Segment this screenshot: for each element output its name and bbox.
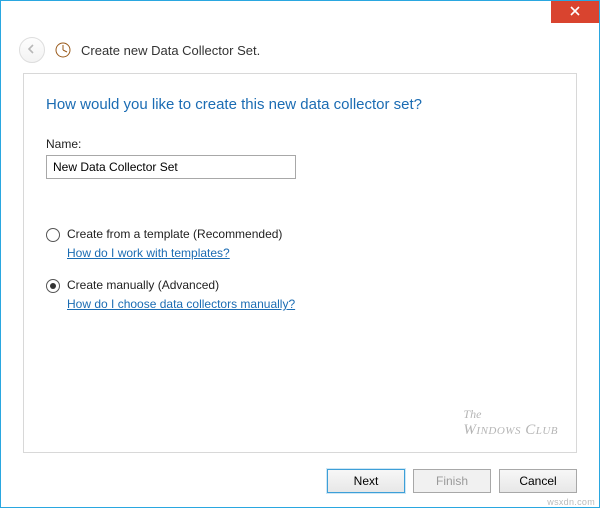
option-manual[interactable]: Create manually (Advanced) (46, 278, 554, 293)
titlebar (1, 1, 599, 29)
help-link-manual[interactable]: How do I choose data collectors manually… (67, 297, 295, 311)
wizard-question: How would you like to create this new da… (46, 96, 554, 113)
option-manual-label: Create manually (Advanced) (67, 278, 219, 292)
watermark-line1: The (463, 408, 558, 421)
watermark: The Windows Club (463, 408, 558, 438)
option-template[interactable]: Create from a template (Recommended) (46, 227, 554, 242)
next-button[interactable]: Next (327, 469, 405, 493)
watermark-line2: Windows Club (463, 422, 558, 439)
radio-template[interactable] (46, 228, 60, 242)
help-link-templates[interactable]: How do I work with templates? (67, 246, 230, 260)
close-icon (570, 5, 580, 19)
close-button[interactable] (551, 1, 599, 23)
creation-options: Create from a template (Recommended) How… (46, 227, 554, 329)
radio-manual[interactable] (46, 279, 60, 293)
wizard-header: Create new Data Collector Set. (1, 29, 599, 73)
back-arrow-icon (26, 43, 38, 58)
button-row: Next Finish Cancel (327, 469, 577, 493)
collector-set-icon (55, 42, 71, 58)
wizard-window: Create new Data Collector Set. How would… (0, 0, 600, 508)
cancel-button[interactable]: Cancel (499, 469, 577, 493)
option-template-label: Create from a template (Recommended) (67, 227, 282, 241)
finish-button: Finish (413, 469, 491, 493)
name-input[interactable] (46, 155, 296, 179)
source-credit: wsxdn.com (547, 497, 595, 507)
name-label: Name: (46, 137, 554, 151)
back-button[interactable] (19, 37, 45, 63)
wizard-title: Create new Data Collector Set. (81, 43, 260, 58)
wizard-content: How would you like to create this new da… (23, 73, 577, 453)
